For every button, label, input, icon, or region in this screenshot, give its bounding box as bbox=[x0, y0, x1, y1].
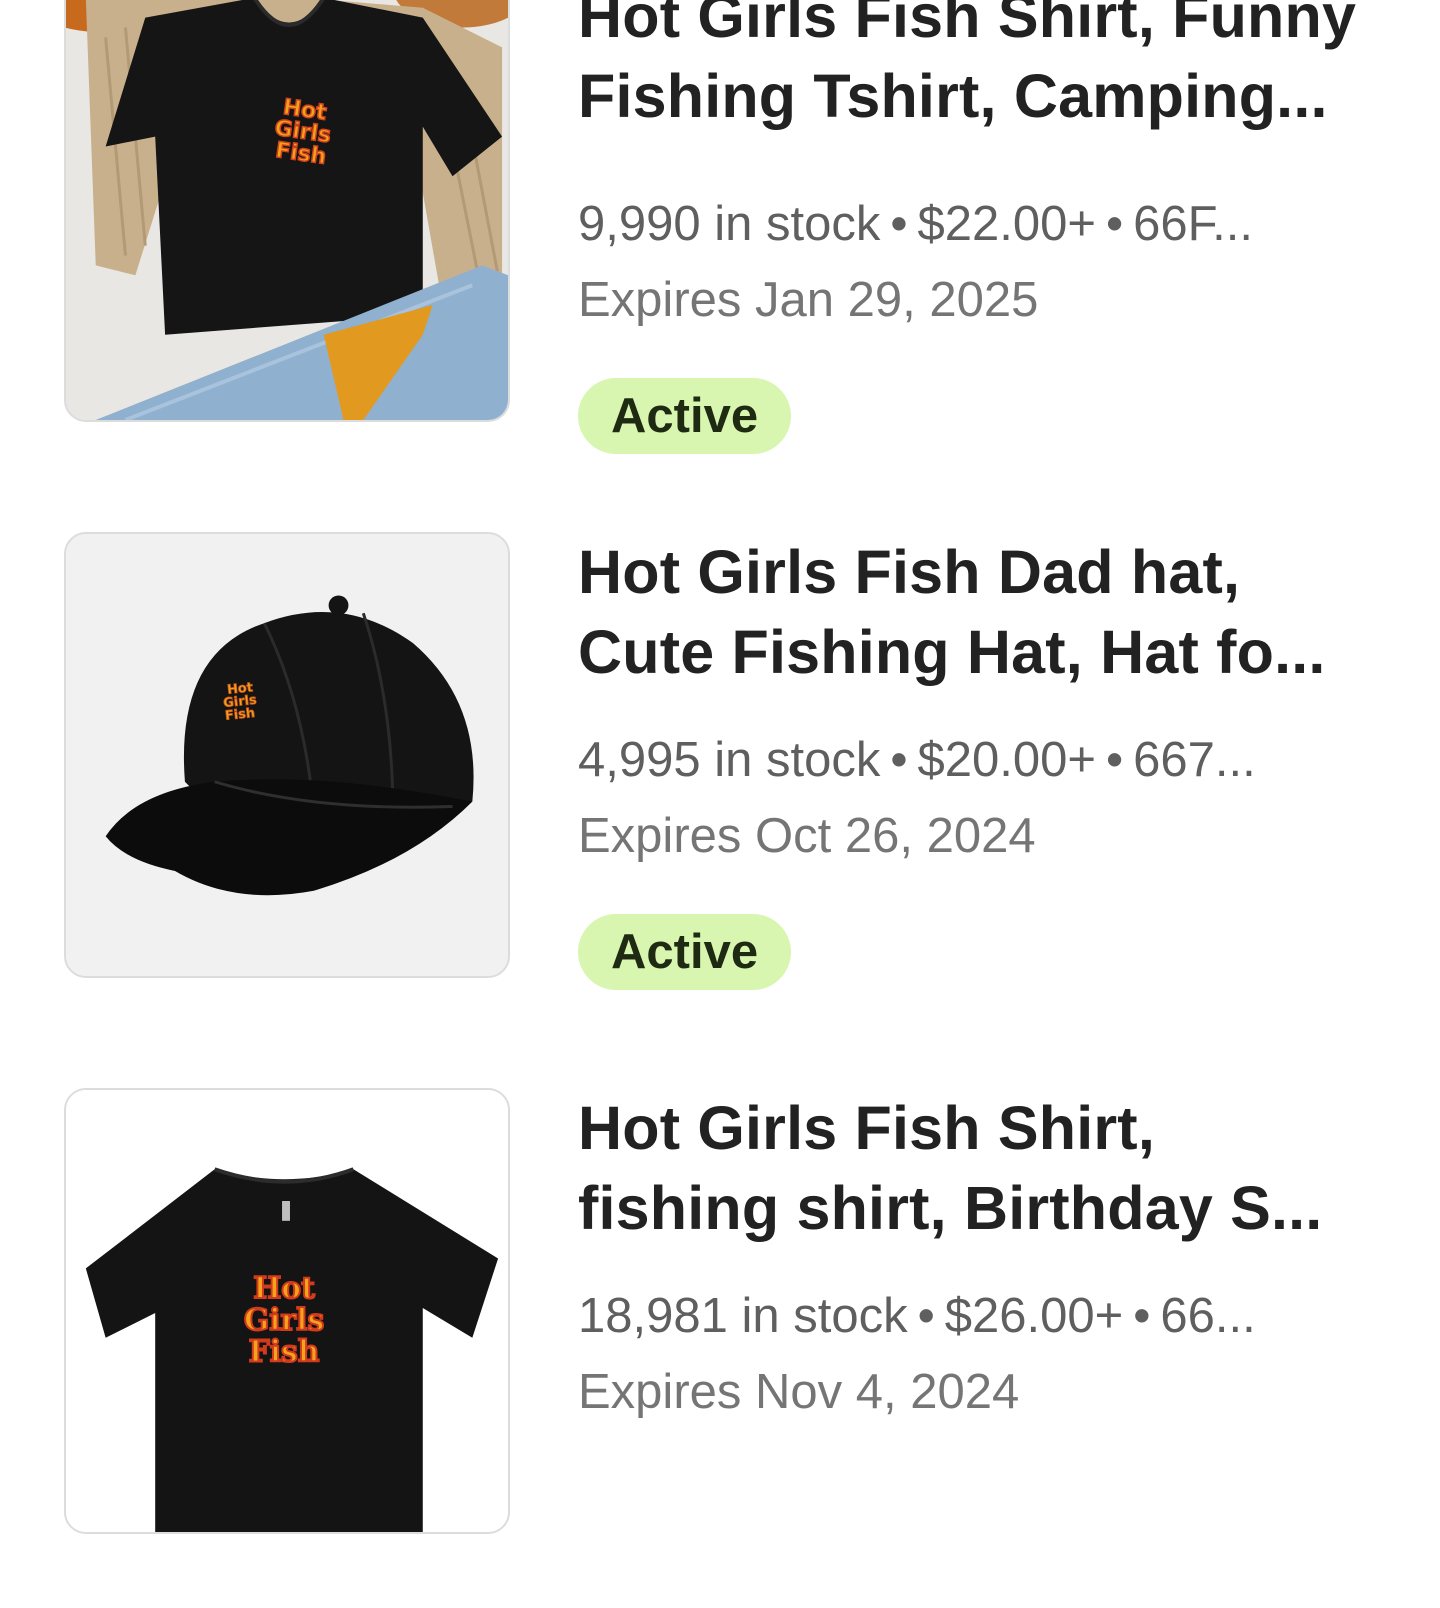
separator: • bbox=[917, 1289, 935, 1343]
tshirt-flatlay-image: Hot Girls Fish bbox=[66, 0, 508, 420]
listing-title[interactable]: Hot Girls Fish Shirt, Funny Fishing Tshi… bbox=[578, 0, 1378, 136]
price: $20.00+ bbox=[917, 733, 1097, 787]
listing-meta: 4,995 in stock • $20.00+ • 667... bbox=[578, 722, 1378, 798]
crop-tshirt-image: Hot Girls Fish bbox=[66, 1090, 508, 1532]
listing-title[interactable]: Hot Girls Fish Shirt, fishing shirt, Bir… bbox=[578, 1088, 1378, 1248]
status-badge: Active bbox=[578, 378, 792, 454]
svg-text:Fish: Fish bbox=[249, 1335, 320, 1370]
listing-thumbnail[interactable]: Hot Girls Fish bbox=[64, 0, 510, 422]
listing-meta: 9,990 in stock • $22.00+ • 66F... bbox=[578, 186, 1378, 262]
price: $26.00+ bbox=[944, 1289, 1124, 1343]
listing-extra: 66F... bbox=[1133, 197, 1254, 251]
separator: • bbox=[890, 197, 908, 251]
separator: • bbox=[1133, 1289, 1151, 1343]
listing-title-line-1: Hot Girls Fish Shirt, Funny bbox=[578, 0, 1357, 50]
expiration-date: Expires Oct 26, 2024 bbox=[578, 809, 1036, 863]
separator: • bbox=[1106, 197, 1124, 251]
listing-title-line-1: Hot Girls Fish Dad hat, bbox=[578, 538, 1241, 606]
listing-title-line-2: fishing shirt, Birthday S... bbox=[578, 1174, 1323, 1242]
expiration-date: Expires Jan 29, 2025 bbox=[578, 273, 1039, 327]
listing-title-line-1: Hot Girls Fish Shirt, bbox=[578, 1094, 1155, 1162]
hot-girls-fish-logo: Hot Girls Fish bbox=[222, 680, 258, 724]
listing-title[interactable]: Hot Girls Fish Dad hat, Cute Fishing Hat… bbox=[578, 532, 1378, 692]
listing-info: Hot Girls Fish Shirt, Funny Fishing Tshi… bbox=[578, 0, 1378, 454]
listing-item[interactable]: Hot Girls Fish Hot Girls Fish Shirt, Fun… bbox=[0, 0, 1440, 496]
svg-text:Girls: Girls bbox=[244, 1303, 324, 1338]
status-badge: Active bbox=[578, 914, 792, 990]
stock-count: 18,981 in stock bbox=[578, 1289, 908, 1343]
stock-count: 9,990 in stock bbox=[578, 197, 881, 251]
listing-meta: 18,981 in stock • $26.00+ • 66... bbox=[578, 1278, 1378, 1354]
listing-thumbnail[interactable]: Hot Girls Fish bbox=[64, 1088, 510, 1534]
stock-count: 4,995 in stock bbox=[578, 733, 881, 787]
listing-title-line-2: Fishing Tshirt, Camping... bbox=[578, 62, 1328, 130]
expiration-date: Expires Nov 4, 2024 bbox=[578, 1365, 1020, 1419]
listing-info: Hot Girls Fish Dad hat, Cute Fishing Hat… bbox=[578, 532, 1378, 990]
svg-text:Hot: Hot bbox=[253, 1271, 315, 1306]
price: $22.00+ bbox=[917, 197, 1097, 251]
listing-extra: 66... bbox=[1160, 1289, 1256, 1343]
listing-extra: 667... bbox=[1133, 733, 1256, 787]
svg-text:Fish: Fish bbox=[224, 706, 255, 724]
listing-title-line-2: Cute Fishing Hat, Hat fo... bbox=[578, 618, 1326, 686]
separator: • bbox=[1106, 733, 1124, 787]
dad-hat-image: Hot Girls Fish bbox=[66, 534, 508, 976]
listing-item[interactable]: Hot Girls Fish Hot Girls Fish Dad hat, C… bbox=[0, 532, 1440, 1052]
hot-girls-fish-logo: Hot Girls Fish bbox=[243, 1270, 325, 1370]
listing-thumbnail[interactable]: Hot Girls Fish bbox=[64, 532, 510, 978]
listing-item[interactable]: Hot Girls Fish Hot Girls Fish Shirt, fis… bbox=[0, 1088, 1440, 1608]
listing-info: Hot Girls Fish Shirt, fishing shirt, Bir… bbox=[578, 1088, 1378, 1430]
separator: • bbox=[890, 733, 908, 787]
